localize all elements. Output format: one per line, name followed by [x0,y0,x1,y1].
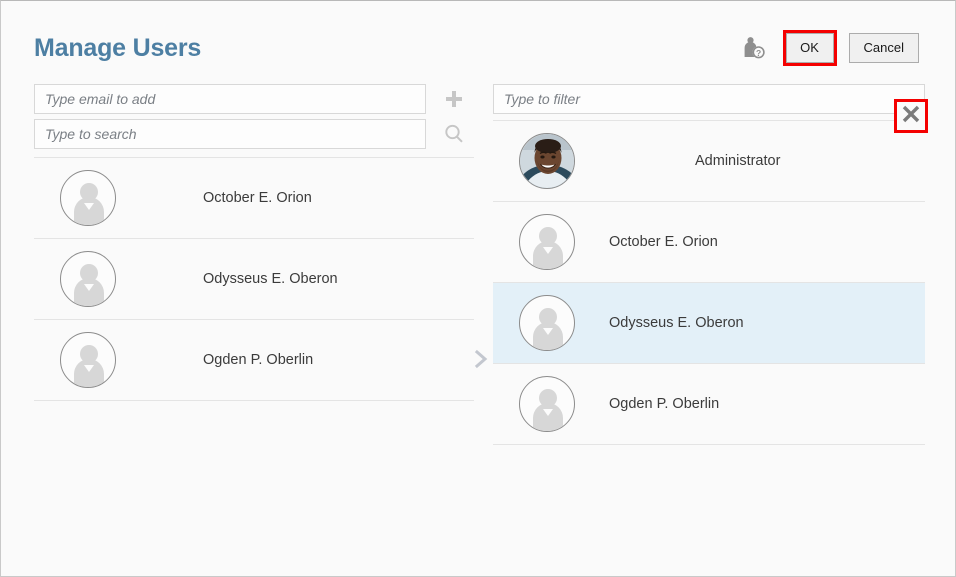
avatar [519,376,575,432]
plus-icon[interactable] [442,87,466,111]
chevron-right-icon[interactable] [471,348,491,370]
add-email-input[interactable] [34,84,426,114]
avatar [60,170,116,226]
user-name: October E. Orion [203,190,312,206]
search-icon[interactable] [442,122,466,146]
list-item[interactable]: Administrator [493,121,925,202]
avatar [60,332,116,388]
available-users-panel: October E. Orion Odysseus E. Oberon [34,84,474,401]
filter-row [493,84,925,114]
list-item[interactable]: October E. Orion [34,158,474,239]
avatar [519,133,575,189]
avatar [60,251,116,307]
page-title: Manage Users [34,34,201,63]
user-name: Ogden P. Oberlin [203,352,313,368]
user-name: October E. Orion [609,234,718,250]
filter-input[interactable] [493,84,925,114]
svg-text:?: ? [756,48,761,58]
ok-button[interactable]: OK [786,33,834,63]
assigned-users-panel: Administrator [493,84,925,445]
user-name: Administrator [695,153,780,169]
dialog-action-bar: ? OK Cancel [741,32,919,64]
close-icon [900,103,922,130]
ok-button-highlight: OK [783,30,837,66]
user-name: Ogden P. Oberlin [609,396,719,412]
user-name: Odysseus E. Oberon [203,271,338,287]
search-row [34,119,474,149]
search-input[interactable] [34,119,426,149]
user-name: Odysseus E. Oberon [609,315,744,331]
remove-user-button[interactable] [894,99,928,133]
list-item[interactable]: October E. Orion [493,202,925,283]
list-item[interactable]: Odysseus E. Oberon [34,239,474,320]
list-item[interactable]: Ogden P. Oberlin [34,320,474,401]
available-users-list: October E. Orion Odysseus E. Oberon [34,157,474,401]
user-help-icon: ? [741,35,767,61]
add-email-row [34,84,474,114]
assigned-users-list: Administrator [493,120,925,445]
manage-users-dialog: Manage Users ? OK Cancel [0,0,956,577]
list-item[interactable]: Odysseus E. Oberon [493,283,925,364]
cancel-button[interactable]: Cancel [849,33,919,63]
list-item[interactable]: Ogden P. Oberlin [493,364,925,445]
avatar [519,295,575,351]
avatar [519,214,575,270]
